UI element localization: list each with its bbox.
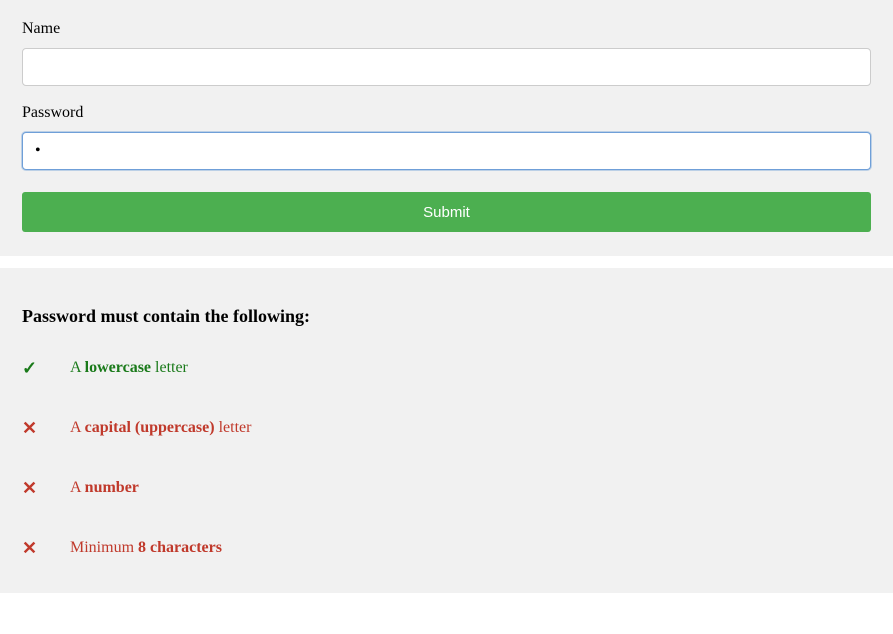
form-section: Name Password Submit xyxy=(0,0,893,256)
rule-text: A lowercase letter xyxy=(70,359,188,377)
rule-length: ✕ Minimum 8 characters xyxy=(22,539,871,557)
rule-text: A capital (uppercase) letter xyxy=(70,419,251,437)
submit-button[interactable]: Submit xyxy=(22,192,871,232)
rule-number: ✕ A number xyxy=(22,479,871,497)
password-rules-section: Password must contain the following: ✓ A… xyxy=(0,268,893,593)
cross-icon: ✕ xyxy=(22,479,40,497)
cross-icon: ✕ xyxy=(22,419,40,437)
cross-icon: ✕ xyxy=(22,539,40,557)
password-label: Password xyxy=(22,104,871,122)
rule-text: Minimum 8 characters xyxy=(70,539,222,557)
rules-title: Password must contain the following: xyxy=(22,306,871,327)
section-gap xyxy=(0,256,893,268)
rule-uppercase: ✕ A capital (uppercase) letter xyxy=(22,419,871,437)
name-label: Name xyxy=(22,20,871,38)
check-icon: ✓ xyxy=(22,359,40,377)
rule-lowercase: ✓ A lowercase letter xyxy=(22,359,871,377)
rule-text: A number xyxy=(70,479,139,497)
password-input[interactable] xyxy=(22,132,871,170)
name-input[interactable] xyxy=(22,48,871,86)
